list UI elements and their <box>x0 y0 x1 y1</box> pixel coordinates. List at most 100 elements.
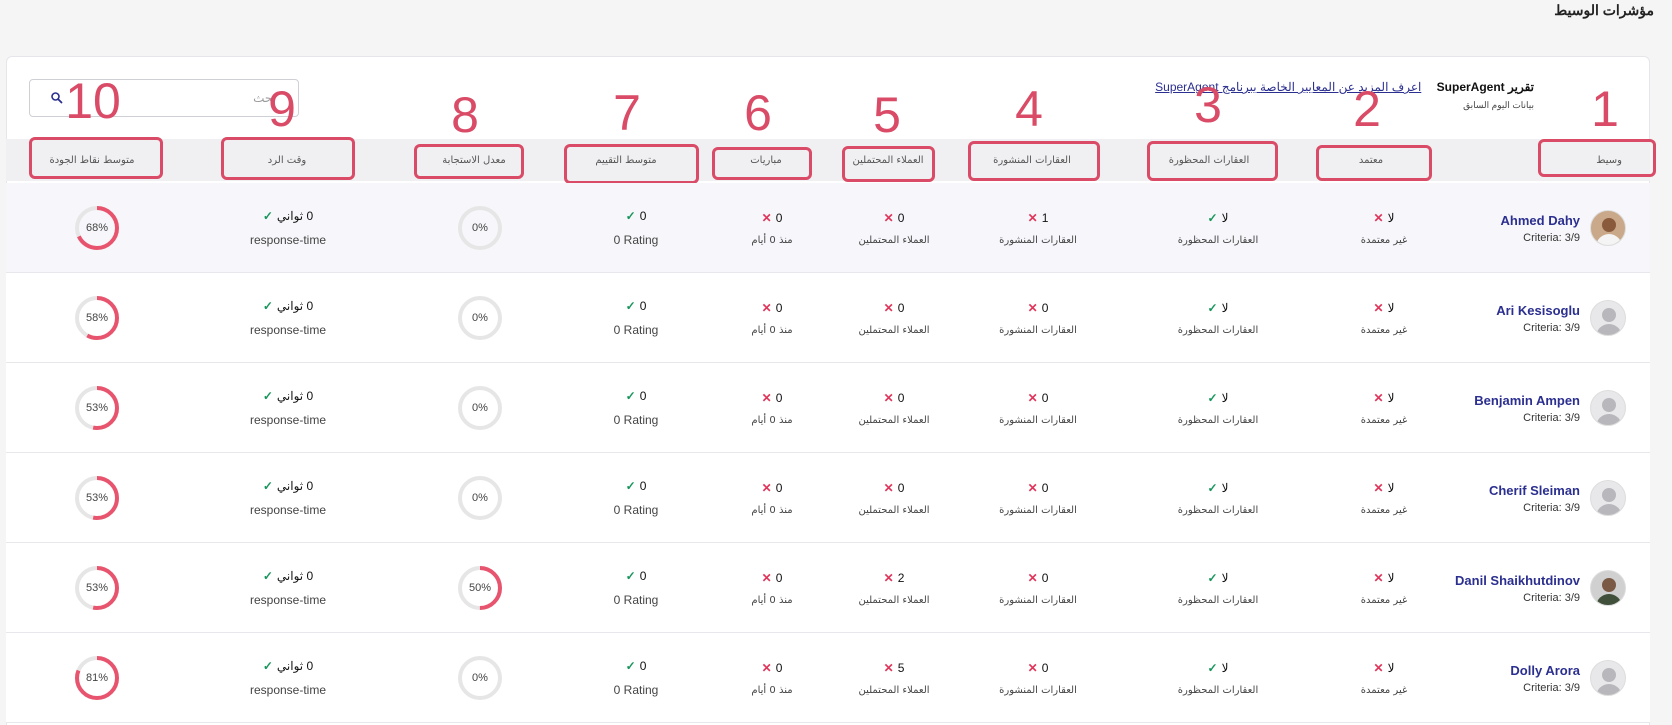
check-icon: ✓ <box>1207 660 1218 675</box>
cross-icon: ✕ <box>1373 210 1384 225</box>
rating-caption: 0 Rating <box>613 683 659 697</box>
avatar-body <box>1596 504 1622 515</box>
published-value: 0 ✕ <box>1028 301 1049 315</box>
certified-value: لا ✕ <box>1374 301 1395 315</box>
avatar-body <box>1596 324 1622 335</box>
published-caption: العقارات المنشورة <box>999 414 1077 426</box>
table-row[interactable]: Danil Shaikhutdinov Criteria: 3/9 لا ✕ غير م… <box>6 543 1650 633</box>
agent-name-link[interactable]: Danil Shaikhutdinov <box>1455 573 1580 588</box>
value-text: 0 <box>639 389 647 403</box>
value-text: لا <box>1221 570 1229 585</box>
value-text: لا <box>1387 570 1395 585</box>
value-text: 0 ثواني <box>276 479 314 493</box>
value-text: 1 <box>1041 210 1049 225</box>
value-text: 0 ثواني <box>276 389 314 403</box>
agent-name-link[interactable]: Cherif Sleiman <box>1489 483 1580 498</box>
cross-icon: ✕ <box>883 660 894 675</box>
table-row[interactable]: Benjamin Ampen Criteria: 3/9 لا ✕ غير معتمدة… <box>6 363 1650 453</box>
published-caption: العقارات المنشورة <box>999 234 1077 246</box>
published-caption: العقارات المنشورة <box>999 594 1077 606</box>
quality-progress-ring: 53% <box>74 475 120 521</box>
leads-caption: العملاء المحتملين <box>858 594 930 606</box>
avatar <box>1590 570 1626 606</box>
rating-value: 0 ✓ <box>626 659 647 673</box>
published-value: 0 ✕ <box>1028 481 1049 495</box>
cross-icon: ✕ <box>761 210 772 225</box>
annotation-number-10: 10 <box>65 73 121 129</box>
certified-value: لا ✕ <box>1374 391 1395 405</box>
cell-published: 0 ✕ العقارات المنشورة <box>963 363 1113 453</box>
cross-icon: ✕ <box>883 210 894 225</box>
rating-caption: 0 Rating <box>613 503 659 517</box>
cross-icon: ✕ <box>1373 390 1384 405</box>
table-row[interactable]: Cherif Sleiman Criteria: 3/9 لا ✕ غير معتمدة… <box>6 453 1650 543</box>
cell-response-time: 0 ثواني ✓ response-time <box>213 183 363 273</box>
leads-caption: العملاء المحتملين <box>858 414 930 426</box>
agent-name-link[interactable]: Ahmed Dahy <box>1501 213 1580 228</box>
annotation-number-9: 9 <box>268 81 296 137</box>
cell-rating: 0 ✓ 0 Rating <box>561 183 711 273</box>
banned-caption: العقارات المحظورة <box>1177 594 1259 606</box>
check-icon: ✓ <box>625 209 636 223</box>
agent-name-link[interactable]: Benjamin Ampen <box>1474 393 1580 408</box>
check-icon: ✓ <box>1207 300 1218 315</box>
check-icon: ✓ <box>1207 210 1218 225</box>
check-icon: ✓ <box>1207 390 1218 405</box>
agent-cell: Cherif Sleiman Criteria: 3/9 <box>1489 453 1626 543</box>
leads-caption: العملاء المحتملين <box>858 234 930 246</box>
table-row[interactable]: Ari Kesisoglu Criteria: 3/9 لا ✕ غير معتمدة ل… <box>6 273 1650 363</box>
value-text: 0 <box>897 210 905 225</box>
cell-response-time: 0 ثواني ✓ response-time <box>213 273 363 363</box>
response-time-value: 0 ثواني ✓ <box>263 389 313 403</box>
cell-matches: 0 ✕ منذ 0 أيام <box>697 543 847 633</box>
table-row[interactable]: Ahmed Dahy Criteria: 3/9 لا ✕ غير معتمدة لا ✓ ا… <box>6 183 1650 273</box>
value-text: 0 <box>639 209 647 223</box>
cross-icon: ✕ <box>1027 210 1038 225</box>
matches-caption: منذ 0 أيام <box>751 594 793 606</box>
value-text: 0 ثواني <box>276 299 314 313</box>
banned-value: لا ✓ <box>1208 211 1229 225</box>
leads-value: 0 ✕ <box>884 211 905 225</box>
cell-certified: لا ✕ غير معتمدة <box>1309 183 1459 273</box>
highlight-box-response-time <box>221 137 355 180</box>
agent-name-link[interactable]: Dolly Arora <box>1510 663 1580 678</box>
rating-value: 0 ✓ <box>626 209 647 223</box>
cross-icon: ✕ <box>1373 570 1384 585</box>
response-time-caption: response-time <box>249 683 327 697</box>
avatar-head <box>1602 398 1616 412</box>
quality-progress-ring: 53% <box>74 385 120 431</box>
cross-icon: ✕ <box>883 300 894 315</box>
agent-criteria: Criteria: 3/9 <box>1523 321 1580 334</box>
agent-info: Ari Kesisoglu Criteria: 3/9 <box>1496 303 1580 334</box>
cell-quality: 53% <box>57 543 137 633</box>
quality-progress-ring: 68% <box>74 205 120 251</box>
rating-value: 0 ✓ <box>626 479 647 493</box>
avatar-head <box>1602 218 1616 232</box>
agent-cell: Danil Shaikhutdinov Criteria: 3/9 <box>1455 543 1626 633</box>
cell-quality: 81% <box>57 633 137 723</box>
progress-ring-label: 58% <box>85 312 109 324</box>
certified-caption: غير معتمدة <box>1360 684 1408 696</box>
response-rate-progress-ring: 0% <box>457 205 503 251</box>
banned-caption: العقارات المحظورة <box>1177 504 1259 516</box>
table-row[interactable]: Dolly Arora Criteria: 3/9 لا ✕ غير معتمدة لا ✓… <box>6 633 1650 723</box>
leads-value: 0 ✕ <box>884 391 905 405</box>
banned-caption: العقارات المحظورة <box>1177 684 1259 696</box>
response-time-caption: response-time <box>249 503 327 517</box>
avatar-body <box>1596 234 1622 245</box>
highlight-box-quality <box>29 137 163 179</box>
agent-cell: Dolly Arora Criteria: 3/9 <box>1510 633 1626 723</box>
matches-caption: منذ 0 أيام <box>751 504 793 516</box>
matches-caption: منذ 0 أيام <box>751 414 793 426</box>
published-value: 0 ✕ <box>1028 571 1049 585</box>
value-text: 0 <box>639 659 647 673</box>
value-text: 0 <box>1041 390 1049 405</box>
cell-response-rate: 0% <box>440 633 520 723</box>
matches-value: 0 ✕ <box>762 571 783 585</box>
cell-response-rate: 0% <box>440 363 520 453</box>
cross-icon: ✕ <box>1373 300 1384 315</box>
progress-ring-label: 81% <box>85 672 109 684</box>
cell-quality: 53% <box>57 363 137 453</box>
agent-name-link[interactable]: Ari Kesisoglu <box>1496 303 1580 318</box>
matches-value: 0 ✕ <box>762 481 783 495</box>
